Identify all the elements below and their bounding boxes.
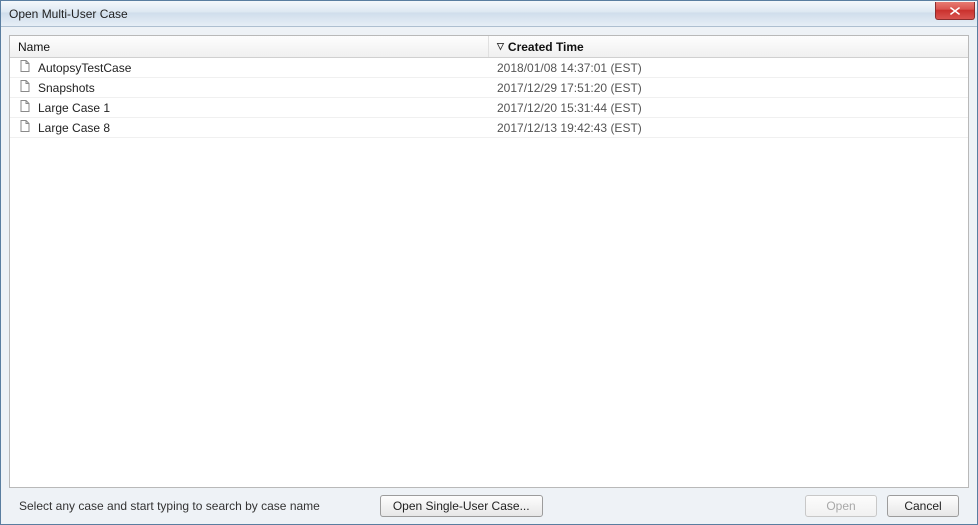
close-button[interactable] bbox=[935, 2, 975, 20]
cell-created-time: 2017/12/29 17:51:20 (EST) bbox=[489, 81, 968, 95]
cell-created-time: 2018/01/08 14:37:01 (EST) bbox=[489, 61, 968, 75]
file-icon bbox=[18, 59, 32, 76]
dialog-content: Name ▽ Created Time AutopsyTestCase 2018/… bbox=[1, 27, 977, 524]
case-name: Large Case 8 bbox=[38, 121, 110, 135]
column-label: Created Time bbox=[508, 40, 584, 54]
file-icon bbox=[18, 99, 32, 116]
open-single-user-case-button[interactable]: Open Single-User Case... bbox=[380, 495, 543, 517]
cancel-button[interactable]: Cancel bbox=[887, 495, 959, 517]
search-hint: Select any case and start typing to sear… bbox=[19, 499, 320, 513]
sort-desc-icon: ▽ bbox=[497, 42, 504, 51]
case-name: AutopsyTestCase bbox=[38, 61, 131, 75]
table-body[interactable]: AutopsyTestCase 2018/01/08 14:37:01 (EST)… bbox=[10, 58, 968, 487]
window-buttons bbox=[935, 1, 977, 26]
case-table: Name ▽ Created Time AutopsyTestCase 2018/… bbox=[9, 35, 969, 488]
cell-name: Large Case 1 bbox=[10, 99, 489, 116]
table-row[interactable]: Large Case 1 2017/12/20 15:31:44 (EST) bbox=[10, 98, 968, 118]
column-header-created-time[interactable]: ▽ Created Time bbox=[489, 36, 968, 57]
table-row[interactable]: AutopsyTestCase 2018/01/08 14:37:01 (EST) bbox=[10, 58, 968, 78]
column-header-name[interactable]: Name bbox=[10, 36, 489, 57]
cell-name: Snapshots bbox=[10, 79, 489, 96]
file-icon bbox=[18, 79, 32, 96]
dialog-footer: Select any case and start typing to sear… bbox=[9, 488, 969, 524]
window-title: Open Multi-User Case bbox=[9, 7, 128, 21]
titlebar[interactable]: Open Multi-User Case bbox=[1, 1, 977, 27]
cell-name: Large Case 8 bbox=[10, 119, 489, 136]
case-name: Large Case 1 bbox=[38, 101, 110, 115]
table-header: Name ▽ Created Time bbox=[10, 36, 968, 58]
case-name: Snapshots bbox=[38, 81, 95, 95]
table-row[interactable]: Large Case 8 2017/12/13 19:42:43 (EST) bbox=[10, 118, 968, 138]
table-row[interactable]: Snapshots 2017/12/29 17:51:20 (EST) bbox=[10, 78, 968, 98]
dialog-window: Open Multi-User Case Name ▽ Created Time bbox=[0, 0, 978, 525]
cell-name: AutopsyTestCase bbox=[10, 59, 489, 76]
column-label: Name bbox=[18, 40, 50, 54]
cell-created-time: 2017/12/20 15:31:44 (EST) bbox=[489, 101, 968, 115]
close-icon bbox=[950, 7, 960, 15]
cell-created-time: 2017/12/13 19:42:43 (EST) bbox=[489, 121, 968, 135]
open-button[interactable]: Open bbox=[805, 495, 877, 517]
file-icon bbox=[18, 119, 32, 136]
